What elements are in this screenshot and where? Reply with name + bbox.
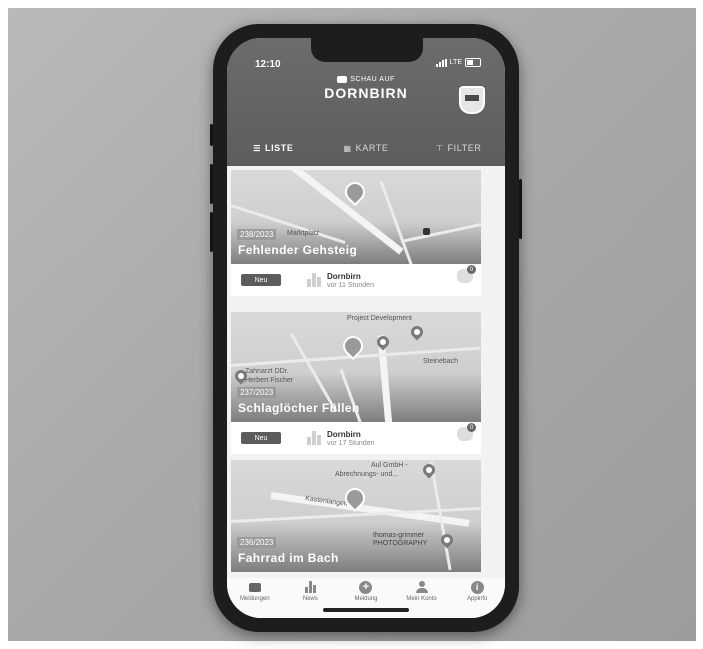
nav-meldungen[interactable]: Meldungen [230,580,280,602]
volume-down-button [210,212,213,252]
report-meta: Neu Dornbirn vor 17 Stunden 0 [231,422,481,454]
list-icon: ☰ [253,143,261,153]
power-button [519,179,522,239]
plus-circle-icon: + [359,580,373,594]
status-badge: Neu [241,432,281,444]
city-icon [303,580,317,594]
mute-switch [210,124,213,146]
map-label: Zahnarzt DDr. [245,368,289,375]
nav-label: Appinfo [466,596,488,602]
tab-karte-label: KARTE [355,143,389,153]
report-number: 236/2023 [237,537,277,548]
report-map-thumbnail: Aul GmbH - Abrechnungs- und... Kastenlan… [231,460,481,572]
status-indicators: LTE [435,58,481,67]
comment-count: 0 [467,423,476,432]
volume-up-button [210,164,213,204]
nav-label: Meldung [354,596,378,602]
report-card[interactable]: Marktplatz 238/2023 Fehlender Gehsteig N… [231,170,481,296]
city-icon [307,273,321,287]
bus-stop-icon [423,228,430,235]
report-location: Dornbirn [327,429,361,439]
map-label: Herbert Fischer [245,377,294,384]
report-meta: Neu Dornbirn vor 11 Stunden 0 [231,264,481,296]
notch [311,38,423,62]
filter-icon: ⊤ [435,143,444,153]
tab-karte[interactable]: ▦ KARTE [320,134,413,162]
report-card[interactable]: Project Development Steinebach Zahnarzt … [231,312,481,454]
battery-icon [465,58,481,67]
map-pin-icon [438,531,456,549]
bottom-navigation: Meldungen News + Meldung Mein Konto i Ap… [227,578,505,618]
view-tabs: ☰ LISTE ▦ KARTE ⊤ FILTER [227,134,505,162]
comment-count: 0 [467,265,476,274]
coat-of-arms-icon[interactable] [459,86,485,114]
brand-top-text: SCHAU AUF [350,76,395,83]
map-label: Aul GmbH - [371,462,408,469]
nav-appinfo[interactable]: i Appinfo [452,580,502,602]
tab-liste[interactable]: ☰ LISTE [227,134,320,162]
report-map-thumbnail: Marktplatz 238/2023 Fehlender Gehsteig [231,170,481,264]
tab-liste-label: LISTE [264,143,294,153]
phone-screen: 12:10 LTE SCHAU AUF DORNBIRN ☰ LISTE ▦ K… [227,38,505,618]
status-badge: Neu [241,274,281,286]
map-label: Marktplatz [287,230,320,237]
map-road [400,221,481,243]
status-time: 12:10 [255,59,281,70]
map-label: Abrechnungs- und... [335,471,399,478]
network-label: LTE [449,59,462,66]
report-title: Schlaglöcher Füllen [238,401,360,415]
home-indicator[interactable] [323,608,409,612]
report-number: 238/2023 [237,229,277,240]
map-label: Steinebach [423,358,459,365]
nav-meldung[interactable]: + Meldung [341,580,391,602]
report-time: vor 17 Stunden [327,439,375,447]
nav-label: Meldungen [239,596,270,602]
map-road [288,170,404,255]
report-location: Dornbirn [327,271,361,281]
chat-icon [248,580,262,594]
report-map-thumbnail: Project Development Steinebach Zahnarzt … [231,312,481,422]
report-title: Fahrrad im Bach [238,551,339,565]
map-label: Project Development [347,315,412,322]
report-time: vor 11 Stunden [327,281,374,289]
map-icon: ▦ [343,143,352,153]
report-number: 237/2023 [237,387,277,398]
report-list: Marktplatz 238/2023 Fehlender Gehsteig N… [227,166,505,578]
nav-news[interactable]: News [285,580,335,602]
report-title: Fehlender Gehsteig [238,243,358,257]
user-icon [415,580,429,594]
tab-filter[interactable]: ⊤ FILTER [412,134,505,162]
comment-icon[interactable]: 0 [457,265,476,283]
signal-icon [435,58,447,67]
comment-icon[interactable]: 0 [457,423,476,441]
nav-label: News [302,596,318,602]
map-label: PHOTOGRAPHY [373,540,428,547]
report-marker-icon [340,177,370,207]
nav-mein-konto[interactable]: Mein Konto [397,580,447,602]
map-label: thomas-grimmer [373,532,424,539]
report-card[interactable]: Aul GmbH - Abrechnungs- und... Kastenlan… [231,460,481,572]
map-pin-icon [408,323,426,341]
chat-bubble-icon [337,76,348,83]
smartphone: 12:10 LTE SCHAU AUF DORNBIRN ☰ LISTE ▦ K… [210,24,522,632]
nav-label: Mein Konto [406,596,437,602]
info-icon: i [470,580,484,594]
city-icon [307,431,321,445]
tab-filter-label: FILTER [447,143,482,153]
